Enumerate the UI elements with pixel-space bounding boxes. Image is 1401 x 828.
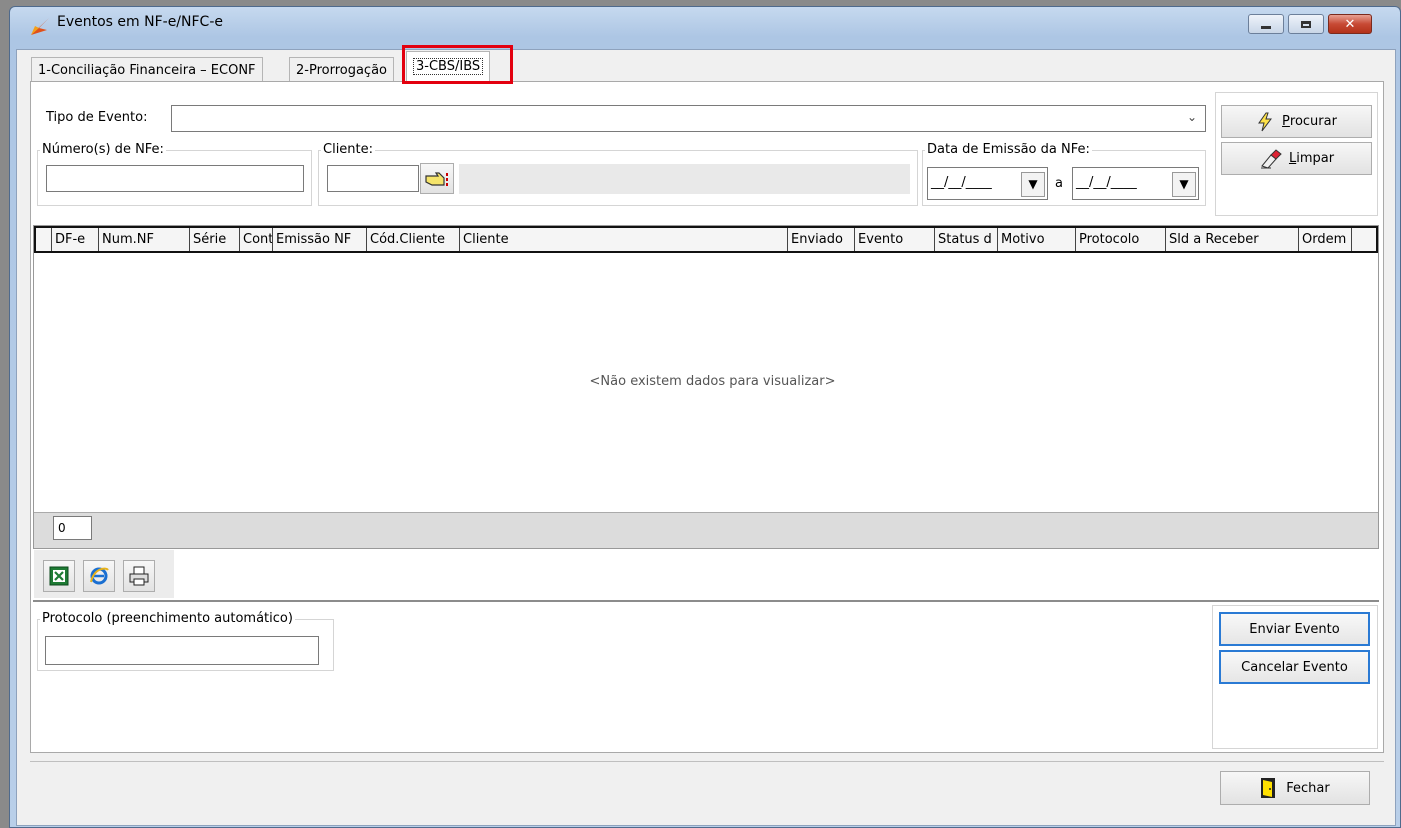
grid-column-header[interactable]: Emissão NF — [273, 228, 367, 251]
limpar-label: impar — [1296, 151, 1335, 166]
tab-label: 1-Conciliação Financeira – ECONF — [38, 63, 256, 78]
cancelar-evento-button[interactable]: Cancelar Evento — [1219, 650, 1370, 684]
grid-empty-message: <Não existem dados para visualizar> — [589, 374, 836, 389]
data-ate-dropdown[interactable]: ▼ — [1172, 172, 1196, 197]
fechar-button[interactable]: Fechar — [1220, 771, 1370, 805]
data-emissao-label: Data de Emissão da NFe: — [925, 142, 1092, 157]
chevron-down-icon: ▼ — [1179, 177, 1189, 191]
enviar-evento-button[interactable]: Enviar Evento — [1219, 612, 1370, 646]
tipo-evento-select[interactable]: ⌄ — [171, 105, 1206, 132]
row-count-display: 0 — [53, 516, 92, 540]
limpar-label-prefix: L — [1288, 151, 1297, 166]
pointing-hand-icon — [425, 171, 448, 186]
maximize-icon — [1301, 20, 1311, 28]
highlight-box — [402, 45, 513, 84]
grid-row-indicator-header — [36, 228, 52, 251]
grid-column-header[interactable]: Cód.Cliente — [367, 228, 460, 251]
limpar-button[interactable]: Limpar — [1221, 142, 1372, 175]
cliente-lookup-button[interactable] — [420, 163, 454, 194]
numeros-nfe-input[interactable] — [46, 165, 304, 192]
numeros-nfe-label: Número(s) de NFe: — [40, 142, 166, 157]
grid-footer — [34, 512, 1378, 548]
cliente-label: Cliente: — [321, 142, 376, 157]
browser-export-button[interactable] — [83, 560, 115, 592]
exit-door-icon — [1261, 778, 1276, 798]
data-de-dropdown[interactable]: ▼ — [1021, 172, 1045, 197]
tab-label: 2-Prorrogação — [296, 63, 387, 78]
enviar-evento-label: Enviar Evento — [1249, 621, 1340, 637]
data-ate-value: __/__/____ — [1076, 175, 1137, 190]
print-button[interactable] — [123, 560, 155, 592]
grid-column-header[interactable]: Cliente — [460, 228, 788, 251]
chevron-down-icon: ⌄ — [1186, 110, 1197, 124]
grid-column-header[interactable]: Evento — [855, 228, 935, 251]
data-de-value: __/__/____ — [931, 175, 992, 190]
close-icon: ✕ — [1344, 16, 1356, 32]
printer-icon — [129, 566, 149, 586]
protocolo-input[interactable] — [45, 636, 319, 665]
grid-column-header[interactable]: Num.NF — [99, 228, 190, 251]
lightning-icon — [1258, 112, 1273, 131]
grid-column-header[interactable]: Protocolo — [1076, 228, 1166, 251]
excel-export-icon — [49, 566, 69, 586]
procurar-label-prefix: P — [1282, 114, 1290, 129]
cliente-code-input[interactable] — [327, 165, 419, 192]
fechar-label: Fechar — [1286, 780, 1330, 796]
tab-prorrogacao[interactable]: 2-Prorrogação — [289, 57, 394, 83]
chevron-down-icon: ▼ — [1028, 177, 1038, 191]
maximize-button[interactable] — [1288, 14, 1324, 34]
window-title: Eventos em NF-e/NFC-e — [57, 14, 223, 30]
grid-column-header[interactable]: Enviado — [788, 228, 855, 251]
section-divider — [33, 600, 1379, 602]
data-ate-picker[interactable]: __/__/____ ▼ — [1072, 167, 1199, 200]
data-de-picker[interactable]: __/__/____ ▼ — [927, 167, 1048, 200]
cliente-name-display — [459, 164, 910, 194]
tipo-evento-label: Tipo de Evento: — [46, 110, 148, 125]
grid-column-header[interactable]: Status d — [935, 228, 998, 251]
protocolo-label: Protocolo (preenchimento automático) — [40, 611, 295, 626]
grid-column-header[interactable]: Ordem — [1299, 228, 1352, 251]
close-button[interactable]: ✕ — [1328, 14, 1372, 34]
grid-column-header[interactable]: DF-e — [52, 228, 99, 251]
data-separator: a — [1055, 176, 1063, 191]
excel-export-button[interactable] — [43, 560, 75, 592]
bottom-bar — [30, 761, 1384, 819]
procurar-button[interactable]: Procurar — [1221, 105, 1372, 138]
cancelar-evento-label: Cancelar Evento — [1241, 659, 1348, 675]
app-logo-icon — [29, 16, 51, 36]
grid-column-header[interactable]: Motivo — [998, 228, 1076, 251]
browser-export-icon — [90, 567, 109, 585]
grid-header: DF-eNum.NFSérieContaEmissão NFCód.Client… — [34, 226, 1378, 253]
tab-conciliacao-financeira[interactable]: 1-Conciliação Financeira – ECONF — [31, 57, 263, 83]
grid-column-header[interactable]: Conta — [240, 228, 273, 251]
grid-column-header[interactable]: Série — [190, 228, 240, 251]
grid-column-header[interactable]: Sld a Receber — [1166, 228, 1299, 251]
row-count-value: 0 — [58, 521, 66, 535]
minimize-button[interactable] — [1248, 14, 1284, 34]
procurar-label: rocurar — [1289, 114, 1337, 129]
eraser-icon — [1260, 148, 1282, 169]
minimize-icon — [1261, 25, 1271, 29]
